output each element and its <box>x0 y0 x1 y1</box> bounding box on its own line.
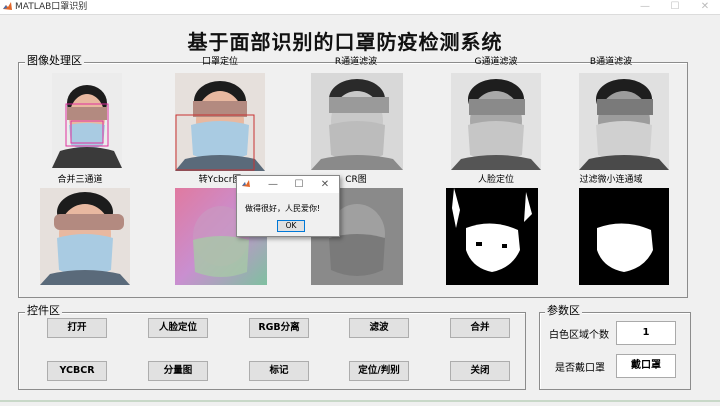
message-dialog: — ☐ ✕ 做得很好，人民爱你! OK <box>236 175 340 237</box>
face-locate-button[interactable]: 人脸定位 <box>148 318 208 338</box>
close-button[interactable]: 关闭 <box>450 361 510 381</box>
mask-status-value: 戴口罩 <box>616 354 676 378</box>
dialog-maximize-button[interactable]: ☐ <box>289 176 309 193</box>
params-panel-title: 参数区 <box>545 304 582 317</box>
dialog-close-button[interactable]: ✕ <box>315 176 335 193</box>
matlab-icon <box>3 2 12 10</box>
dialog-ok-button[interactable]: OK <box>277 220 305 232</box>
image-merged <box>40 188 130 285</box>
white-region-label: 白色区域个数 <box>549 330 609 341</box>
image-face-location <box>446 188 538 285</box>
close-window-button[interactable]: ✕ <box>692 0 718 14</box>
window-title: MATLAB口罩识别 <box>15 2 88 12</box>
image-r-channel <box>311 73 403 170</box>
window-titlebar: MATLAB口罩识别 — ☐ ✕ <box>0 0 720 15</box>
dialog-minimize-button[interactable]: — <box>263 176 283 193</box>
dialog-message: 做得很好，人民爱你! <box>245 204 321 213</box>
image-filter-small <box>579 188 669 285</box>
image-g-channel <box>451 73 541 170</box>
label-face-location: 人脸定位 <box>477 175 514 185</box>
white-region-value: 1 <box>616 321 676 345</box>
maximize-button[interactable]: ☐ <box>662 0 688 14</box>
dialog-titlebar: — ☐ ✕ <box>237 176 339 193</box>
label-r-channel: R通道滤波 <box>334 57 378 67</box>
open-button[interactable]: 打开 <box>47 318 107 338</box>
image-mask-location <box>175 73 265 171</box>
minimize-button[interactable]: — <box>632 0 658 14</box>
label-b-channel: B通道滤波 <box>589 57 633 67</box>
filter-button[interactable]: 滤波 <box>349 318 409 338</box>
ycbcr-button[interactable]: YCBCR <box>47 361 107 381</box>
component-button[interactable]: 分量图 <box>148 361 208 381</box>
image-panel-title: 图像处理区 <box>25 54 84 67</box>
image-original <box>52 73 122 168</box>
image-b-channel <box>579 73 669 170</box>
label-filter-small: 过滤微小连通域 <box>579 175 643 185</box>
label-g-channel: G通道滤波 <box>474 57 518 67</box>
mark-button[interactable]: 标记 <box>249 361 309 381</box>
locate-judge-button[interactable]: 定位/判别 <box>349 361 409 381</box>
label-mask-location: 口罩定位 <box>201 57 238 67</box>
app-title: 基于面部识别的口罩防疫检测系统 <box>187 30 503 54</box>
label-merged: 合并三通道 <box>57 175 103 185</box>
matlab-icon <box>242 180 250 187</box>
rgb-split-button[interactable]: RGB分离 <box>249 318 309 338</box>
controls-panel-title: 控件区 <box>25 304 62 317</box>
merge-button[interactable]: 合并 <box>450 318 510 338</box>
bottom-divider <box>0 400 720 402</box>
mask-status-label: 是否戴口罩 <box>555 363 605 374</box>
